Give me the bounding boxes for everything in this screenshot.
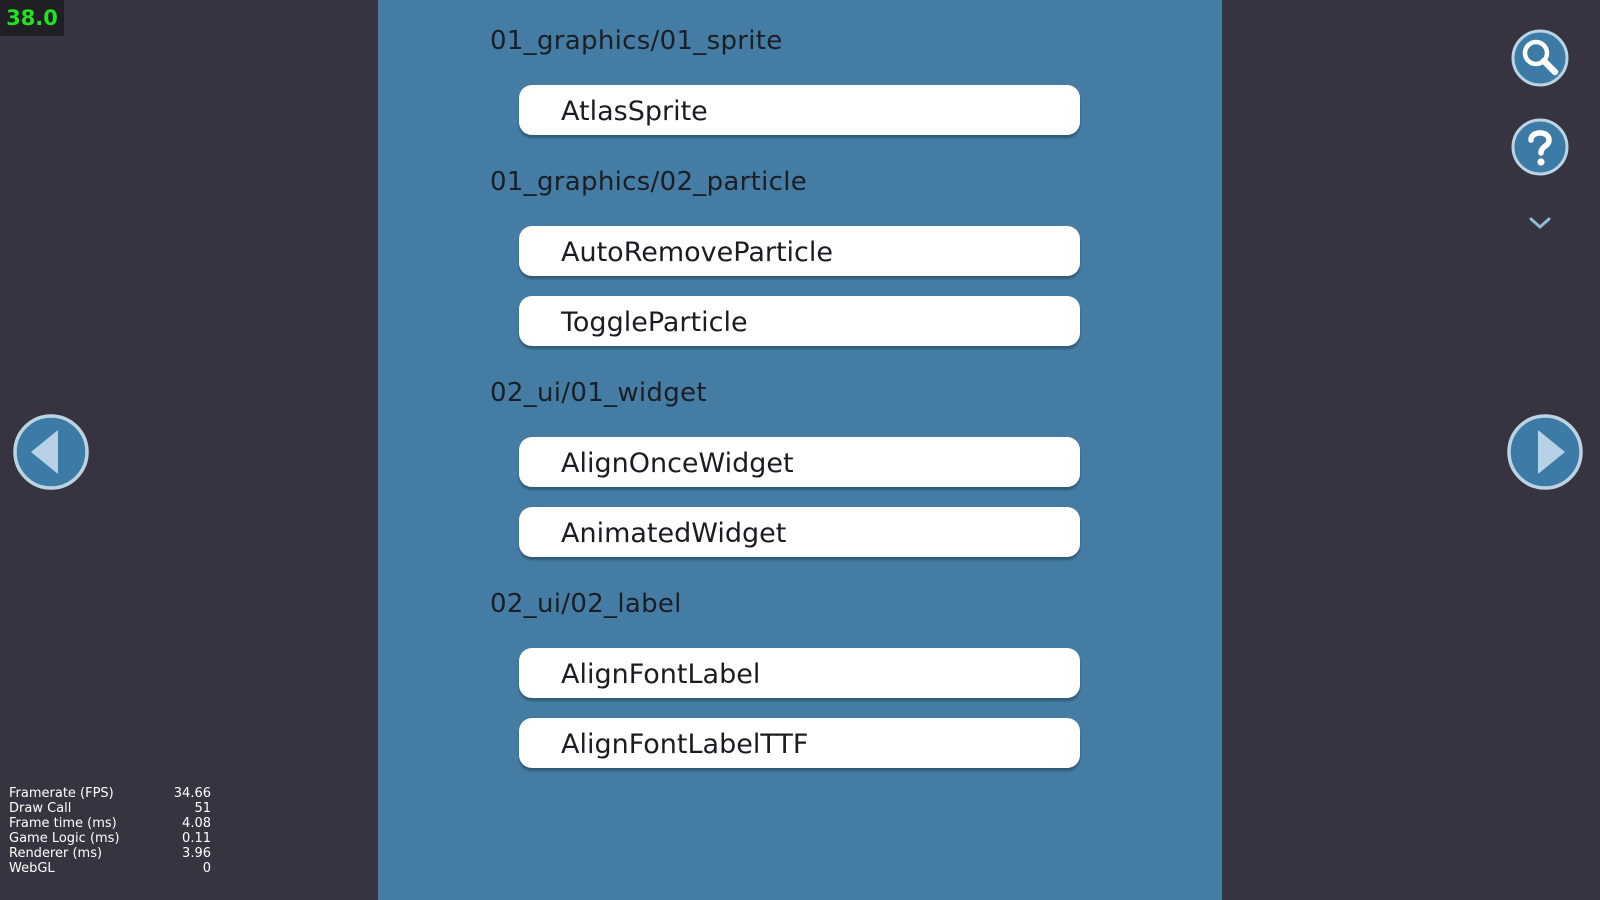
test-list-panel[interactable]: 01_graphics/01_sprite AtlasSprite 01_gra… <box>378 0 1222 900</box>
performance-stats: Framerate (FPS) 34.66 Draw Call 51 Frame… <box>9 786 211 876</box>
test-button-atlas-sprite[interactable]: AtlasSprite <box>519 85 1080 135</box>
stat-row-webgl: WebGL 0 <box>9 861 211 876</box>
stat-label: WebGL <box>9 861 55 876</box>
stat-label: Frame time (ms) <box>9 816 117 831</box>
test-button-align-font-label-ttf[interactable]: AlignFontLabelTTF <box>519 718 1080 768</box>
stat-label: Draw Call <box>9 801 72 816</box>
fps-counter: 38.0 <box>0 0 64 36</box>
stat-value: 0 <box>202 861 211 876</box>
stat-label: Framerate (FPS) <box>9 786 114 801</box>
help-icon <box>1511 118 1569 176</box>
section-title-sprite: 01_graphics/01_sprite <box>490 26 783 56</box>
stat-row-game-logic: Game Logic (ms) 0.11 <box>9 831 211 846</box>
section-title-widget: 02_ui/01_widget <box>490 378 707 408</box>
chevron-down-icon <box>1529 217 1551 229</box>
stat-value: 3.96 <box>182 846 211 861</box>
help-button[interactable] <box>1510 117 1570 177</box>
stat-value: 51 <box>194 801 211 816</box>
search-icon <box>1511 29 1569 87</box>
stat-value: 34.66 <box>173 786 211 801</box>
prev-test-button[interactable] <box>12 413 90 491</box>
next-test-button[interactable] <box>1506 413 1584 491</box>
stat-value: 4.08 <box>182 816 211 831</box>
collapse-toggle[interactable] <box>1526 213 1554 233</box>
section-title-label: 02_ui/02_label <box>490 589 682 619</box>
test-button-align-font-label[interactable]: AlignFontLabel <box>519 648 1080 698</box>
stat-row-fps: Framerate (FPS) 34.66 <box>9 786 211 801</box>
test-button-animated-widget[interactable]: AnimatedWidget <box>519 507 1080 557</box>
stat-value: 0.11 <box>182 831 211 846</box>
stat-label: Game Logic (ms) <box>9 831 120 846</box>
test-button-toggle-particle[interactable]: ToggleParticle <box>519 296 1080 346</box>
search-button[interactable] <box>1510 28 1570 88</box>
section-title-particle: 01_graphics/02_particle <box>490 167 808 197</box>
stat-row-frame-time: Frame time (ms) 4.08 <box>9 816 211 831</box>
next-arrow-icon <box>1507 414 1583 490</box>
test-button-align-once-widget[interactable]: AlignOnceWidget <box>519 437 1080 487</box>
stat-label: Renderer (ms) <box>9 846 103 861</box>
test-button-auto-remove-particle[interactable]: AutoRemoveParticle <box>519 226 1080 276</box>
stat-row-renderer: Renderer (ms) 3.96 <box>9 846 211 861</box>
stat-row-draw-call: Draw Call 51 <box>9 801 211 816</box>
prev-arrow-icon <box>13 414 89 490</box>
